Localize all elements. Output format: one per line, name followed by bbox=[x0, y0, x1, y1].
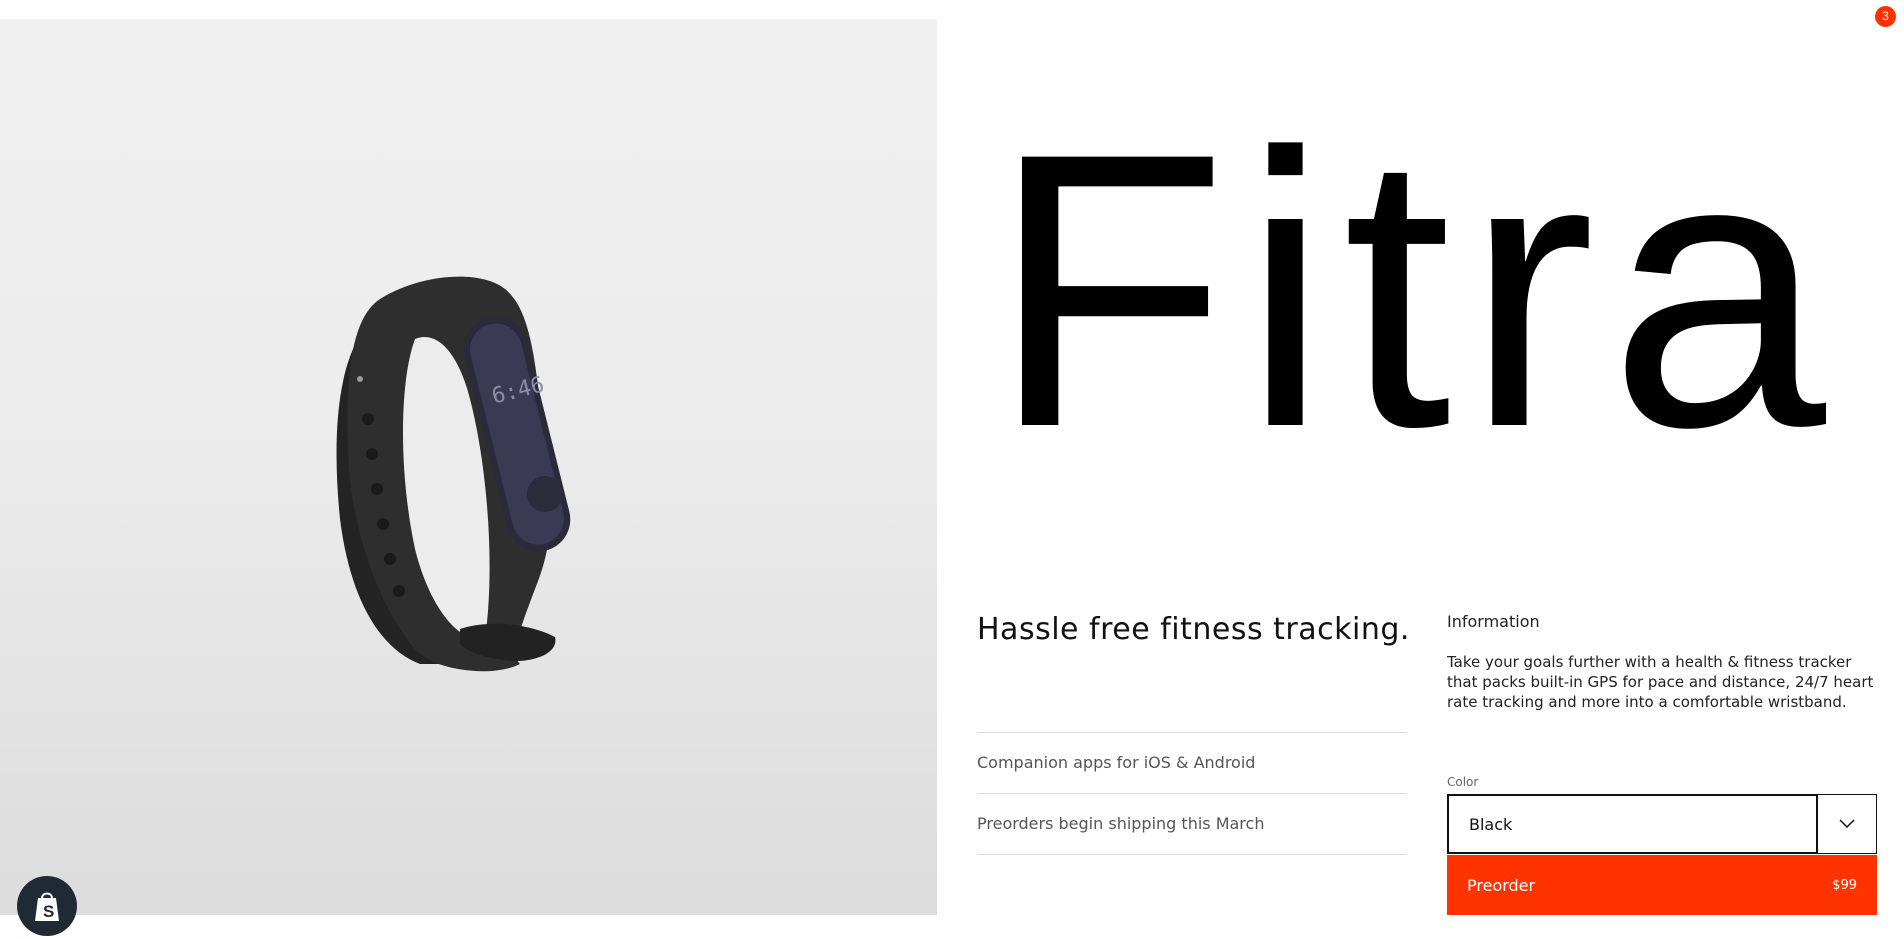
preorder-label: Preorder bbox=[1467, 875, 1536, 895]
product-tagline: Hassle free fitness tracking. bbox=[977, 612, 1410, 647]
chevron-down-icon bbox=[1839, 819, 1855, 829]
preorder-price: $99 bbox=[1832, 877, 1857, 893]
fitness-band-image: 6:46 bbox=[336, 276, 571, 672]
color-select[interactable]: Black bbox=[1447, 794, 1877, 854]
color-select-toggle[interactable] bbox=[1818, 794, 1877, 854]
preorder-button[interactable]: Preorder $99 bbox=[1447, 855, 1877, 915]
product-image-panel: 6:46 bbox=[0, 19, 937, 915]
feature-list: Companion apps for iOS & Android Preorde… bbox=[977, 732, 1407, 855]
shopping-bag-icon: S bbox=[35, 892, 59, 921]
feature-item: Companion apps for iOS & Android bbox=[977, 733, 1407, 794]
svg-text:S: S bbox=[43, 902, 54, 921]
product-title: Fitra bbox=[990, 72, 1840, 508]
shopify-badge[interactable]: S bbox=[17, 876, 77, 936]
feature-item: Preorders begin shipping this March bbox=[977, 794, 1407, 855]
color-select-value[interactable]: Black bbox=[1447, 794, 1818, 854]
information-heading: Information bbox=[1447, 612, 1540, 631]
cart-count-badge[interactable]: 3 bbox=[1875, 6, 1896, 27]
information-text: Take your goals further with a health & … bbox=[1447, 653, 1874, 711]
color-label: Color bbox=[1447, 775, 1479, 789]
product-page: 6:46 3 Fitra Hassle free fitness trackin… bbox=[0, 0, 1904, 939]
